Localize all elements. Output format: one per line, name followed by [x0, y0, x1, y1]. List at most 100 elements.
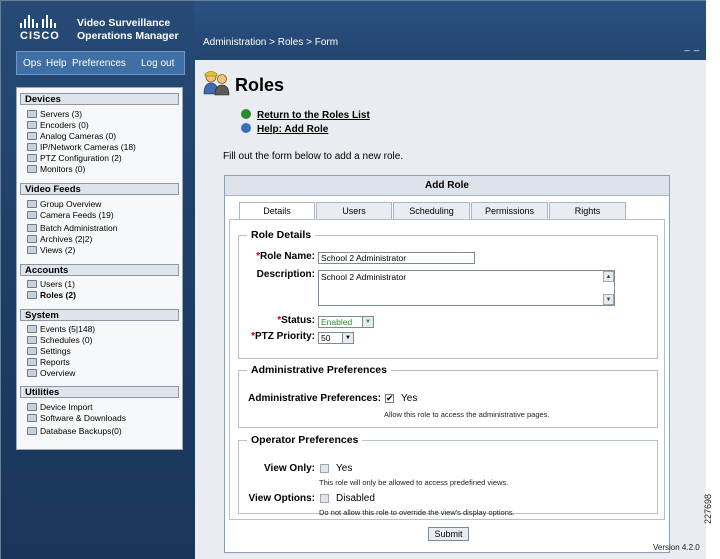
sidebar-item-ptz-configuration[interactable]: PTZ Configuration (2) — [27, 153, 122, 164]
intro-text: Fill out the form below to add a new rol… — [223, 151, 404, 162]
view-options-checkbox[interactable] — [320, 494, 329, 503]
events-icon — [27, 325, 37, 333]
scroll-down-icon[interactable]: ▼ — [603, 294, 614, 305]
back-arrow-icon — [241, 109, 251, 119]
status-select[interactable]: Enabled ▼ — [318, 316, 374, 328]
sidebar-section-video-feeds: Video Feeds — [20, 183, 179, 195]
tab-scheduling[interactable]: Scheduling — [393, 202, 470, 220]
role-name-input[interactable]: School 2 Administrator — [318, 252, 475, 264]
sidebar: Devices Servers (3) Encoders (0) Analog … — [16, 87, 183, 450]
product-name-line2: Operations Manager — [77, 30, 179, 42]
add-role-form: Add Role Details Users Scheduling Permis… — [224, 175, 670, 553]
schedule-icon — [27, 336, 37, 344]
sidebar-item-overview[interactable]: Overview — [27, 368, 75, 379]
sidebar-item-encoders[interactable]: Encoders (0) — [27, 120, 89, 131]
cisco-bars-icon — [20, 14, 62, 28]
camera-icon — [27, 132, 37, 140]
view-only-option: Yes — [336, 463, 353, 474]
description-textarea[interactable]: School 2 Administrator ▲ ▼ — [318, 270, 615, 306]
encoder-icon — [27, 121, 37, 129]
camera-feed-icon — [27, 211, 37, 219]
group-icon — [27, 200, 37, 208]
import-icon — [27, 403, 37, 411]
window-controls[interactable]: _ _ — [684, 41, 700, 51]
version-label: Version 4.2.0 — [653, 543, 700, 552]
sidebar-item-reports[interactable]: Reports — [27, 357, 70, 368]
sidebar-item-events[interactable]: Events (5|148) — [27, 324, 95, 335]
gear-icon — [27, 347, 37, 355]
admin-preferences-label: Administrative Preferences: — [248, 393, 381, 404]
app-window: CISCO Video Surveillance Operations Mana… — [0, 0, 706, 559]
view-only-checkbox[interactable] — [320, 464, 329, 473]
return-to-roles-link[interactable]: Return to the Roles List — [241, 109, 370, 121]
menu-ops[interactable]: Ops — [23, 58, 41, 69]
top-menu: Ops Help Preferences Log out — [16, 51, 185, 75]
sidebar-item-schedules[interactable]: Schedules (0) — [27, 335, 92, 346]
sidebar-item-camera-feeds[interactable]: Camera Feeds (19) — [27, 210, 114, 221]
page-title: Roles — [235, 75, 285, 95]
sidebar-item-database-backups[interactable]: Database Backups(0) — [27, 426, 122, 437]
tab-content-details: Role Details *Role Name: School 2 Admini… — [229, 219, 665, 520]
sidebar-section-accounts: Accounts — [20, 264, 179, 276]
sidebar-item-roles[interactable]: Roles (2) — [27, 290, 76, 301]
roles-icon — [27, 291, 37, 299]
operator-preferences-legend: Operator Preferences — [247, 434, 363, 446]
chevron-down-icon: ▼ — [342, 333, 353, 343]
network-camera-icon — [27, 143, 37, 151]
admin-preferences-fieldset: Administrative Preferences Administrativ… — [238, 364, 658, 428]
sidebar-item-ip-cameras[interactable]: IP/Network Cameras (18) — [27, 142, 136, 153]
admin-preferences-help: Allow this role to access the administra… — [384, 410, 550, 419]
brand-logo: CISCO Video Surveillance Operations Mana… — [1, 1, 195, 51]
users-icon — [27, 280, 37, 288]
views-icon — [27, 246, 37, 254]
sidebar-item-group-overview[interactable]: Group Overview — [27, 199, 101, 210]
operator-preferences-fieldset: Operator Preferences View Only: Yes This… — [238, 434, 658, 517]
roles-people-icon — [203, 71, 230, 96]
view-options-option: Disabled — [336, 493, 375, 504]
help-add-role-link[interactable]: Help: Add Role — [241, 123, 328, 135]
sidebar-item-settings[interactable]: Settings — [27, 346, 71, 357]
sidebar-item-monitors[interactable]: Monitors (0) — [27, 164, 85, 175]
tab-permissions[interactable]: Permissions — [471, 202, 548, 220]
monitor-icon — [27, 165, 37, 173]
role-name-label: *Role Name: — [256, 251, 315, 262]
figure-number: 227698 — [703, 493, 713, 524]
ptz-priority-label: *PTZ Priority: — [251, 331, 315, 342]
sidebar-item-batch-administration[interactable]: Batch Administration — [27, 223, 117, 234]
view-options-help: Do not allow this role to override the v… — [319, 508, 515, 517]
database-icon — [27, 427, 37, 435]
form-title: Add Role — [225, 176, 669, 196]
admin-preferences-checkbox[interactable]: ✔ — [385, 394, 394, 403]
description-label: Description: — [256, 269, 315, 280]
sidebar-section-system: System — [20, 309, 179, 321]
ptz-priority-select[interactable]: 50 ▼ — [318, 332, 354, 344]
sidebar-item-software-downloads[interactable]: Software & Downloads — [27, 413, 126, 424]
tab-rights[interactable]: Rights — [549, 202, 626, 220]
submit-button[interactable]: Submit — [428, 527, 469, 541]
reports-icon — [27, 358, 37, 366]
sidebar-section-utilities: Utilities — [20, 386, 179, 398]
sidebar-item-archives[interactable]: Archives (2|2) — [27, 234, 92, 245]
menu-preferences[interactable]: Preferences — [72, 58, 126, 69]
left-column: CISCO Video Surveillance Operations Mana… — [1, 1, 195, 559]
sidebar-item-servers[interactable]: Servers (3) — [27, 109, 82, 120]
sidebar-item-users[interactable]: Users (1) — [27, 279, 75, 290]
role-details-legend: Role Details — [247, 229, 316, 241]
view-only-help: This role will only be allowed to access… — [319, 478, 509, 487]
breadcrumb: Administration > Roles > Form — [203, 37, 339, 48]
menu-logout[interactable]: Log out — [141, 58, 174, 69]
tab-users[interactable]: Users — [316, 202, 392, 220]
archive-icon — [27, 235, 37, 243]
cisco-wordmark: CISCO — [20, 30, 60, 42]
product-name-line1: Video Surveillance — [77, 17, 171, 29]
sidebar-item-device-import[interactable]: Device Import — [27, 402, 92, 413]
role-details-fieldset: Role Details *Role Name: School 2 Admini… — [238, 229, 658, 359]
sidebar-item-views[interactable]: Views (2) — [27, 245, 75, 256]
batch-icon — [27, 224, 37, 232]
scroll-up-icon[interactable]: ▲ — [603, 271, 614, 282]
main-content: Roles Return to the Roles List Help: Add… — [195, 60, 706, 559]
admin-preferences-legend: Administrative Preferences — [247, 364, 391, 376]
ptz-icon — [27, 154, 37, 162]
menu-help[interactable]: Help — [46, 58, 67, 69]
sidebar-item-analog-cameras[interactable]: Analog Cameras (0) — [27, 131, 116, 142]
